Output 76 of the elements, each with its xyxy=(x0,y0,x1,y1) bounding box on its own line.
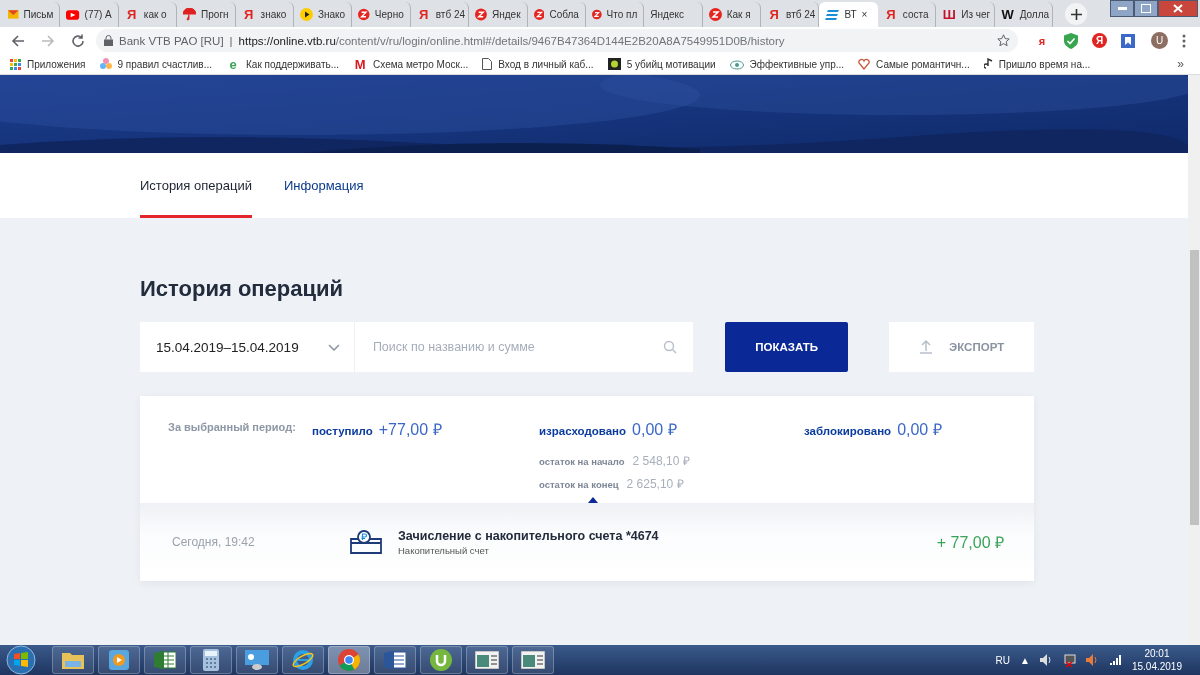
letter-icon[interactable]: я xyxy=(1034,32,1050,49)
tab-title: Знако xyxy=(317,9,346,20)
bookmark-item[interactable]: Самые романтичн... xyxy=(858,58,970,70)
letter-icon: Ш xyxy=(942,7,957,22)
tab-title: Прогн xyxy=(201,9,229,20)
bookmark-title: Как поддерживать... xyxy=(246,58,340,70)
bookmark-item[interactable]: М Схема метро Моск... xyxy=(353,56,469,72)
tab-title: Что пл xyxy=(606,9,638,20)
letter-icon: Я xyxy=(767,7,782,22)
bookmark-item[interactable]: Эффективные упр... xyxy=(729,58,845,70)
show-button[interactable]: ПОКАЗАТЬ xyxy=(725,322,849,372)
tab-title: Как я xyxy=(726,9,751,20)
total-amount: 0,00 ₽ xyxy=(897,420,942,440)
tab-title: Из чег xyxy=(961,9,991,20)
balance-amount: 2 625,10 ₽ xyxy=(626,476,684,492)
tab-title: Черно xyxy=(374,9,404,20)
balance-label: остаток на конец xyxy=(539,479,619,490)
bookmark-title: Схема метро Моск... xyxy=(373,58,469,70)
letter-icon: Я xyxy=(124,7,139,22)
balance-label: остаток на начало xyxy=(539,456,625,467)
bookmark-title: 5 убийц мотивации xyxy=(626,58,716,70)
letter-icon[interactable]: Я xyxy=(1092,33,1107,48)
operation-title: Зачисление с накопительного счета *4674 xyxy=(398,528,660,543)
operation-amount: + 77,00 ₽ xyxy=(936,533,1004,553)
bookmark-title: 9 правил счастлив... xyxy=(117,58,212,70)
tab-title: Собла xyxy=(549,9,579,20)
letter-icon: e xyxy=(226,56,240,72)
letter-icon: М xyxy=(353,56,368,72)
url-text: https://online.vtb.ru/content/v/ru/login/online.html#/details/9467B47364D144E2B20A8A7549951D0B/history xyxy=(238,34,785,47)
separator: | xyxy=(229,34,233,47)
page-tab[interactable]: Информация xyxy=(283,153,364,218)
tab-title: Яндекс xyxy=(650,9,684,20)
balance-amount: 2 548,10 ₽ xyxy=(632,453,690,469)
page-tab[interactable]: История операций xyxy=(140,153,252,218)
close-icon[interactable]: × xyxy=(861,9,868,20)
operation-row[interactable]: Сегодня, 19:42 Зачисление с накопительного счета *4674 Накопительный счет + 77,00 ₽ xyxy=(140,503,1034,581)
tab-title: Долла xyxy=(1019,9,1050,20)
tab-title: как о xyxy=(143,9,167,20)
bookmark-item[interactable]: Приложения xyxy=(10,58,86,70)
tab-title: ВТ xyxy=(844,9,857,20)
tab-title: (77) А xyxy=(84,9,112,20)
operation-time: Сегодня, 19:42 xyxy=(172,535,256,549)
tab-title: знако xyxy=(260,9,287,20)
browser-tab[interactable]: ВТ × xyxy=(819,2,878,27)
more-bookmarks[interactable]: » xyxy=(1177,57,1184,71)
letter-icon: Я xyxy=(241,7,256,22)
total-label: поступило xyxy=(312,425,373,437)
clock[interactable]: 20:01 15.04.2019 xyxy=(1131,647,1182,673)
total-label: заблокировано xyxy=(804,425,892,437)
letter-icon: Я xyxy=(883,7,898,22)
tab-title: Письм xyxy=(23,9,54,20)
letter-icon: W xyxy=(1000,7,1015,22)
search-field[interactable]: Поиск по названию и сумме xyxy=(354,322,694,372)
period-label: За выбранный период: xyxy=(168,420,297,435)
tab-title: соста xyxy=(902,9,929,20)
letter-icon: Я xyxy=(416,7,431,22)
total-label: израсходовано xyxy=(539,425,627,437)
date-range-select[interactable]: 15.04.2019–15.04.2019 xyxy=(140,322,355,372)
operation-subtitle: Накопительный счет xyxy=(398,544,490,556)
tab-title: Яндек xyxy=(492,9,521,20)
page-heading: История операций xyxy=(140,276,345,302)
tray-arrow[interactable]: ▲ xyxy=(1020,654,1030,666)
site-name: Bank VTB PAO [RU] xyxy=(119,34,224,47)
bookmark-item[interactable]: 9 правил счастлив... xyxy=(99,58,212,70)
bookmark-title: Эффективные упр... xyxy=(749,58,845,70)
total-amount: +77,00 ₽ xyxy=(378,420,442,440)
bookmark-item[interactable]: 5 убийц мотивации xyxy=(607,58,716,70)
tab-title: втб 24 xyxy=(786,9,816,20)
bookmark-title: Приложения xyxy=(27,58,86,70)
language-indicator[interactable]: RU xyxy=(995,654,1011,666)
bookmark-item[interactable]: e Как поддерживать... xyxy=(226,56,340,72)
address-bar[interactable]: Bank VTB PAO [RU] | https://online.vtb.ru/content/v/ru/login/online.html#/details/9467B47364D144E2B20A8A7549951D0B/history xyxy=(96,29,1018,52)
total-amount: 0,00 ₽ xyxy=(632,420,677,440)
tab-title: втб 24 xyxy=(435,9,466,20)
profile-avatar[interactable]: U xyxy=(1151,32,1168,49)
bookmark-title: Самые романтичн... xyxy=(876,58,970,70)
